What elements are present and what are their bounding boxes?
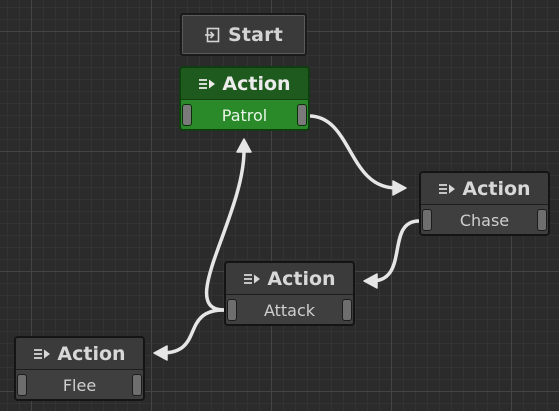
action-node-name: Patrol [221, 105, 268, 125]
output-port[interactable] [132, 374, 142, 396]
output-port[interactable] [537, 209, 547, 231]
action-node-patrol[interactable]: Action Patrol [179, 66, 310, 131]
input-port[interactable] [17, 374, 27, 396]
output-port[interactable] [297, 104, 307, 126]
action-node-attack[interactable]: Action Attack [224, 261, 355, 326]
action-icon [33, 347, 51, 361]
input-port[interactable] [182, 104, 192, 126]
edge-patrol-to-chase[interactable] [307, 114, 398, 190]
arrowhead-chase [392, 180, 407, 196]
action-node-flee[interactable]: Action Flee [14, 336, 145, 401]
action-icon [438, 182, 456, 196]
action-node-title: Action [57, 342, 126, 365]
output-port[interactable] [342, 299, 352, 321]
action-icon [198, 77, 216, 91]
input-port[interactable] [422, 209, 432, 231]
action-node-body: Flee [16, 370, 143, 399]
action-node-body: Patrol [181, 100, 308, 129]
action-node-name: Attack [263, 300, 316, 320]
action-icon [243, 272, 261, 286]
enter-icon [204, 27, 220, 43]
graph-canvas[interactable]: Start Action Patrol Action Chase Action … [0, 0, 559, 411]
edge-attack-to-flee[interactable] [160, 308, 226, 355]
action-node-header: Action [16, 338, 143, 370]
action-node-title: Action [462, 177, 531, 200]
action-node-header: Action [181, 68, 308, 100]
arrowhead-flee [153, 345, 168, 361]
action-node-title: Action [267, 267, 336, 290]
action-node-name: Chase [459, 210, 510, 230]
input-port[interactable] [227, 299, 237, 321]
start-node[interactable]: Start [180, 13, 307, 56]
arrowhead-attack [363, 273, 378, 289]
action-node-title: Action [222, 72, 291, 95]
action-node-header: Action [421, 173, 548, 205]
action-node-body: Attack [226, 295, 353, 324]
arrowhead-patrol [236, 138, 252, 153]
start-node-label: Start [227, 23, 284, 46]
edge-chase-to-attack[interactable] [370, 219, 421, 283]
action-node-header: Action [226, 263, 353, 295]
action-node-body: Chase [421, 205, 548, 234]
action-node-chase[interactable]: Action Chase [419, 171, 550, 236]
action-node-name: Flee [62, 375, 97, 395]
